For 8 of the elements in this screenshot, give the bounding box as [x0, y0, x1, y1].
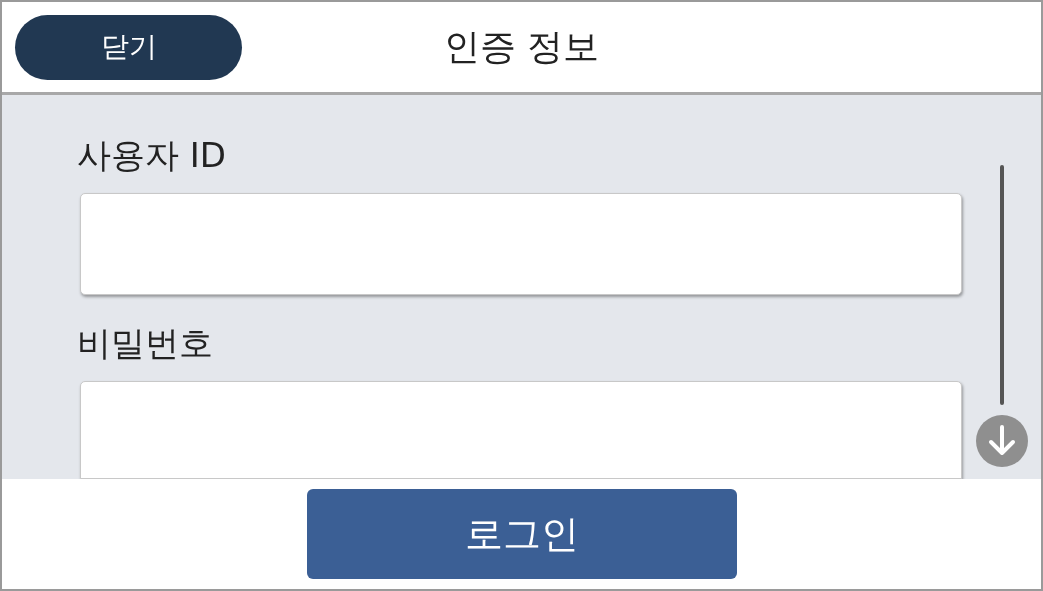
login-button[interactable]: 로그인 [306, 489, 737, 579]
scroll-down-icon[interactable] [975, 415, 1028, 467]
close-button[interactable]: 닫기 [15, 14, 242, 80]
screen-title: 인증 정보 [442, 25, 601, 69]
input-field[interactable] [80, 193, 962, 295]
field-label: 비밀번호 [77, 322, 213, 365]
field-label: 사용자 ID [77, 134, 226, 177]
input-field[interactable] [80, 381, 962, 479]
